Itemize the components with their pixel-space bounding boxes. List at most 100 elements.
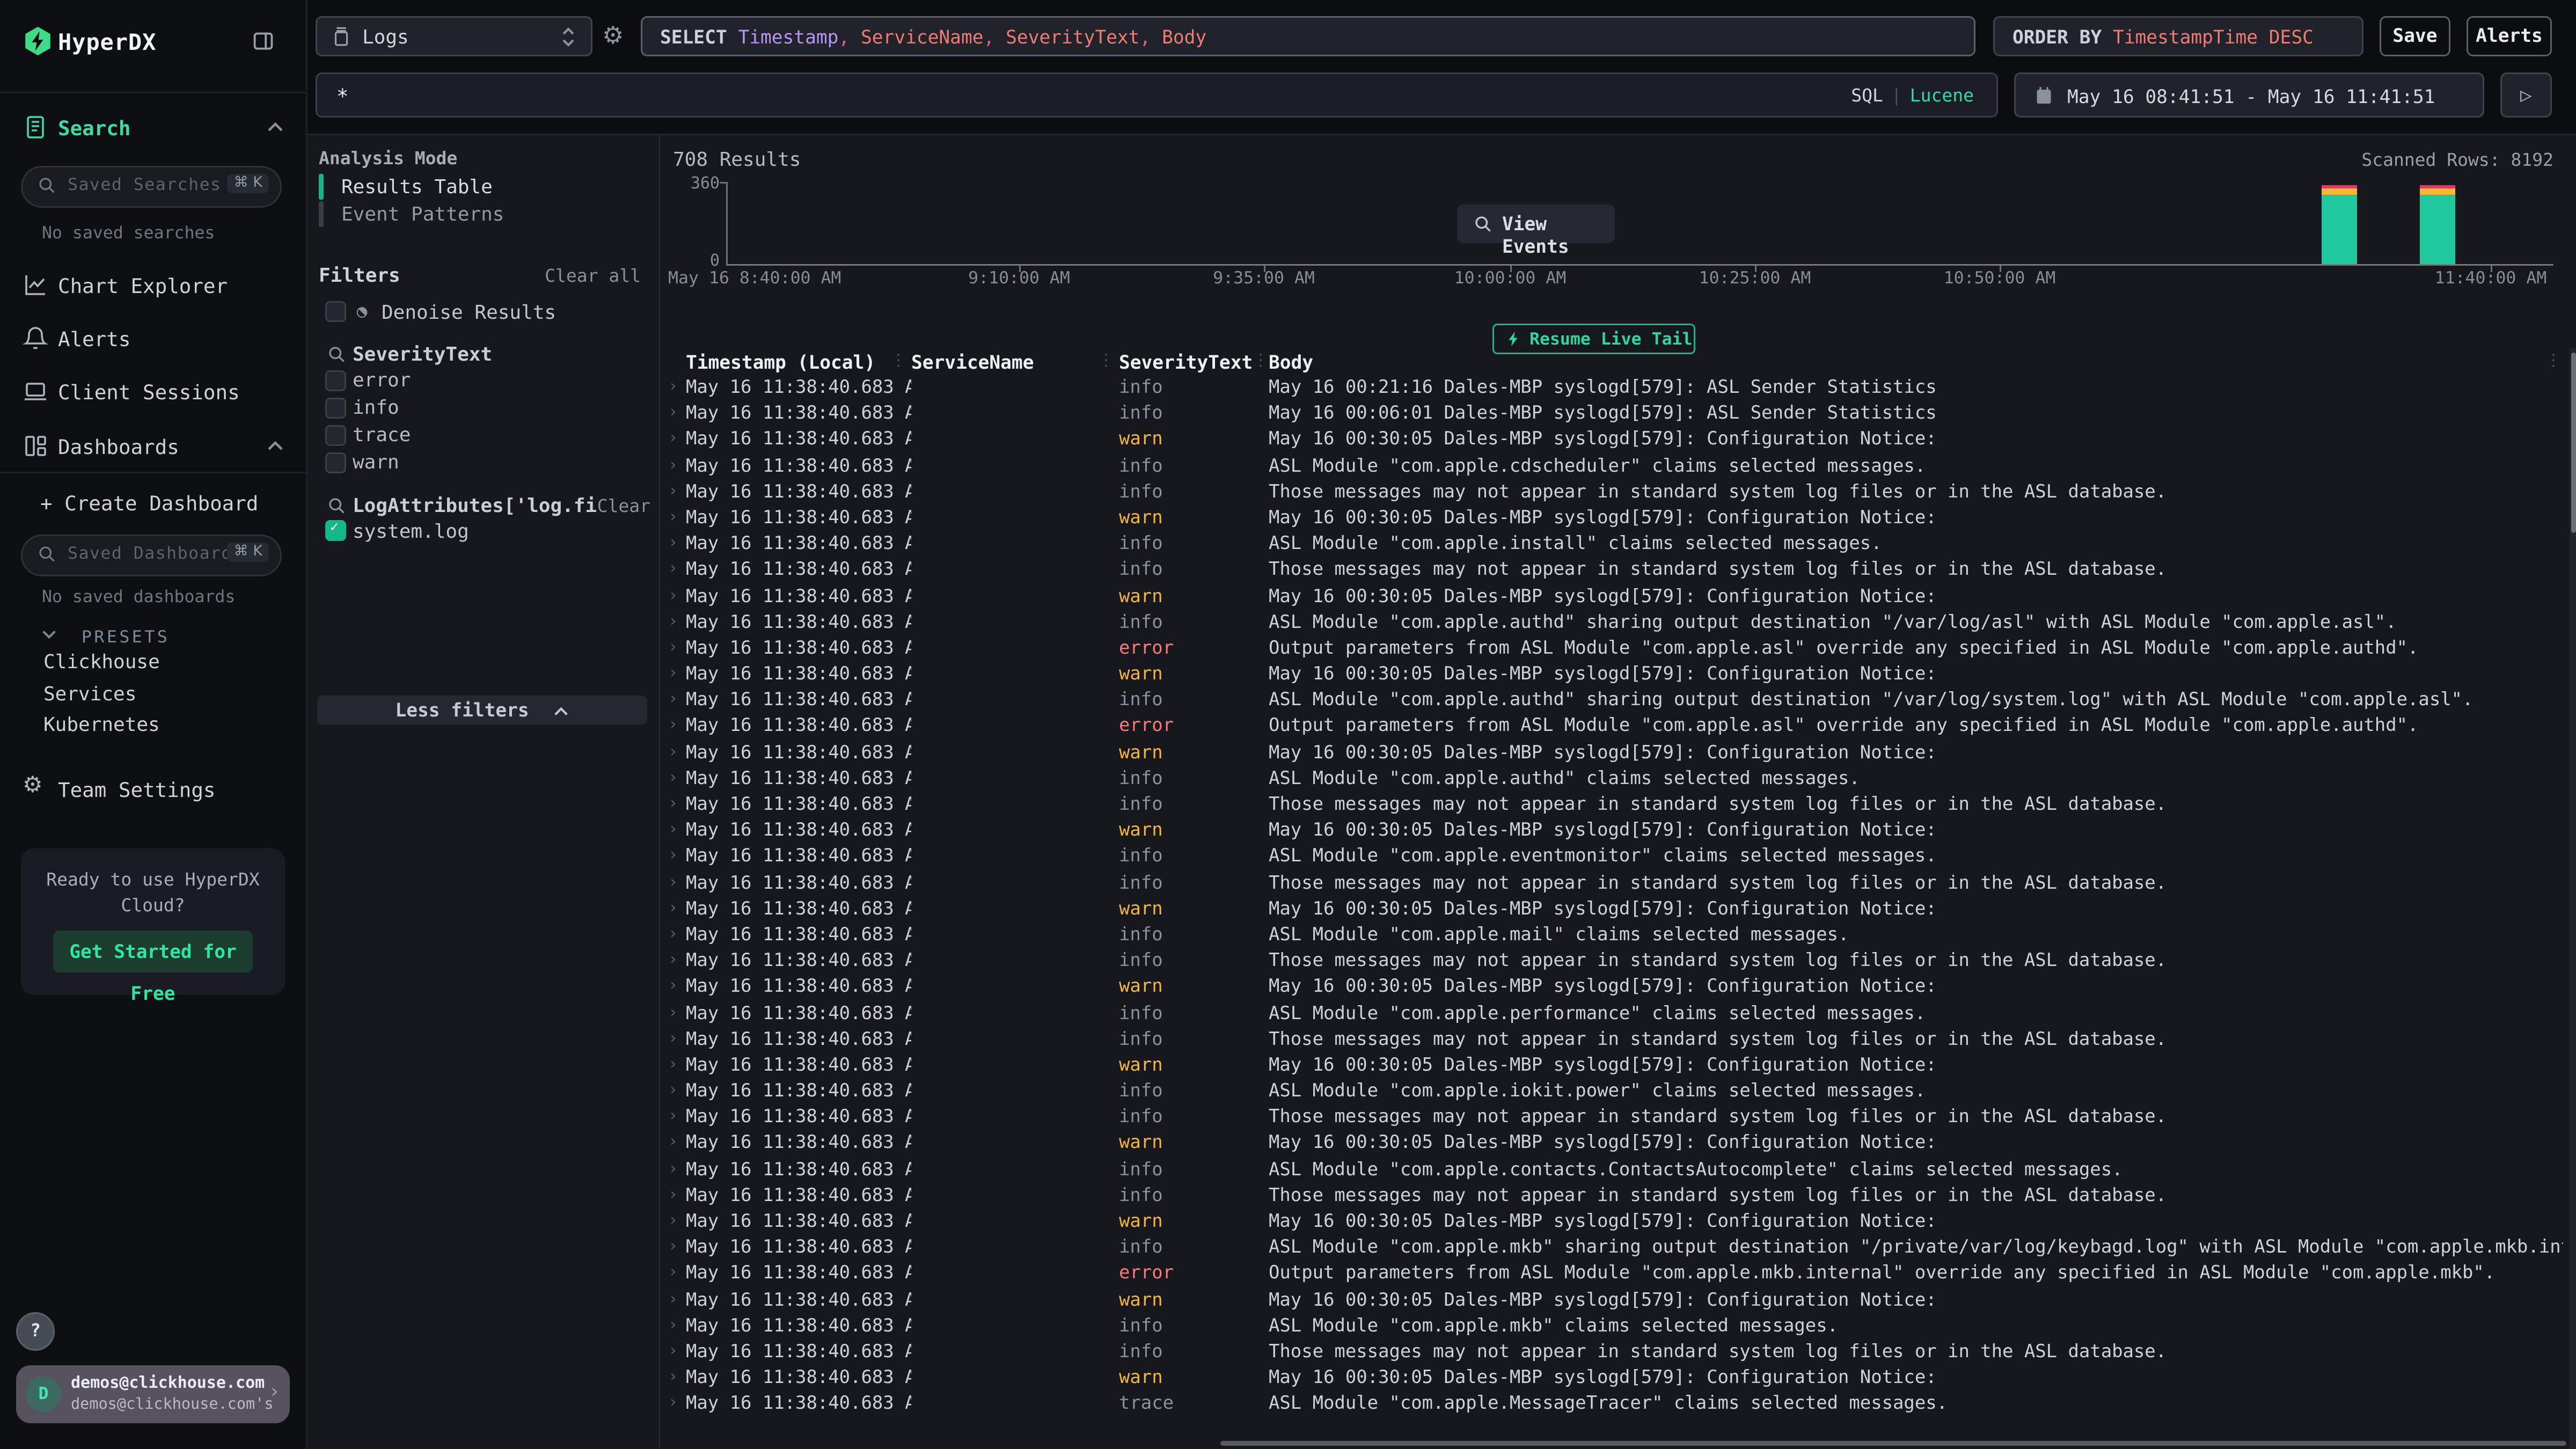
table-options-icon[interactable]: ⋮ [2545,353,2560,370]
log-row[interactable]: › May 16 11:38:40.683 AM warn May 16 00:… [660,427,2563,453]
row-expand-chevron-icon[interactable]: › [660,610,686,636]
row-expand-chevron-icon[interactable]: › [660,1027,686,1053]
log-row[interactable]: › May 16 11:38:40.683 AM info ASL Module… [660,766,2563,792]
row-expand-chevron-icon[interactable]: › [660,375,686,401]
log-row[interactable]: › May 16 11:38:40.683 AM error Output pa… [660,714,2563,740]
row-expand-chevron-icon[interactable]: › [660,688,686,714]
row-expand-chevron-icon[interactable]: › [660,818,686,845]
save-button[interactable]: Save [2380,16,2450,56]
mode-sql[interactable]: SQL [1851,85,1883,106]
row-expand-chevron-icon[interactable]: › [660,453,686,480]
log-row[interactable]: › May 16 11:38:40.683 AM info ASL Module… [660,1313,2563,1340]
log-row[interactable]: › May 16 11:38:40.683 AM info Those mess… [660,558,2563,584]
log-row[interactable]: › May 16 11:38:40.683 AM warn May 16 00:… [660,662,2563,688]
mode-lucene[interactable]: Lucene [1910,85,1974,106]
severity-trace-label[interactable]: trace [353,423,411,446]
preset-services[interactable]: Services [43,683,136,705]
row-expand-chevron-icon[interactable]: › [660,792,686,818]
row-expand-chevron-icon[interactable]: › [660,662,686,688]
sql-select-input[interactable]: SELECT Timestamp, ServiceName, SeverityT… [641,16,1975,56]
row-expand-chevron-icon[interactable]: › [660,1365,686,1392]
saved-dashboards-input[interactable]: Saved Dashboards ⌘ K [21,535,282,576]
row-expand-chevron-icon[interactable]: › [660,401,686,428]
log-row[interactable]: › May 16 11:38:40.683 AM info Those mess… [660,1027,2563,1053]
log-row[interactable]: › May 16 11:38:40.683 AM warn May 16 00:… [660,975,2563,1001]
row-expand-chevron-icon[interactable]: › [660,948,686,975]
search-query-input[interactable]: * SQL|Lucene [316,72,1998,118]
row-expand-chevron-icon[interactable]: › [660,714,686,740]
row-expand-chevron-icon[interactable]: › [660,1157,686,1183]
row-expand-chevron-icon[interactable]: › [660,558,686,584]
date-range-picker[interactable]: May 16 08:41:51 - May 16 11:41:51 [2014,72,2484,118]
log-row[interactable]: › May 16 11:38:40.683 AM info Those mess… [660,1340,2563,1366]
log-row[interactable]: › May 16 11:38:40.683 AM trace ASL Modul… [660,1392,2563,1418]
sidebar-item-dashboards[interactable]: Dashboards [0,428,306,467]
clear-link[interactable]: Clear [597,496,650,517]
row-expand-chevron-icon[interactable]: › [660,1235,686,1262]
log-row[interactable]: › May 16 11:38:40.683 AM error Output pa… [660,636,2563,662]
sidebar-item-team-settings[interactable]: ⚙ Team Settings [0,771,306,810]
log-row[interactable]: › May 16 11:38:40.683 AM info May 16 00:… [660,401,2563,428]
run-query-button[interactable]: ▷ [2500,72,2552,118]
log-row[interactable]: › May 16 11:38:40.683 AM warn May 16 00:… [660,740,2563,766]
severity-info-checkbox[interactable] [325,398,346,419]
row-expand-chevron-icon[interactable]: › [660,1053,686,1079]
preset-kubernetes[interactable]: Kubernetes [43,713,160,736]
log-row[interactable]: › May 16 11:38:40.683 AM warn May 16 00:… [660,1209,2563,1235]
presets-section-toggle[interactable]: PRESETS [42,618,170,649]
sidebar-item-search[interactable]: Search [0,109,306,148]
help-button[interactable]: ? [16,1312,55,1351]
log-row[interactable]: › May 16 11:38:40.683 AM info Those mess… [660,479,2563,506]
source-select[interactable]: Logs [316,16,592,56]
systemlog-label[interactable]: system.log [353,520,469,543]
log-row[interactable]: › May 16 11:38:40.683 AM info ASL Module… [660,453,2563,480]
preset-clickhouse[interactable]: Clickhouse [43,650,160,673]
log-row[interactable]: › May 16 11:38:40.683 AM info ASL Module… [660,1079,2563,1105]
log-row[interactable]: › May 16 11:38:40.683 AM warn May 16 00:… [660,1365,2563,1392]
column-drag-handle-icon[interactable]: ⋮ [1253,353,1267,370]
row-expand-chevron-icon[interactable]: › [660,1001,686,1027]
sidebar-item-client-sessions[interactable]: Client Sessions [0,374,306,412]
log-row[interactable]: › May 16 11:38:40.683 AM warn May 16 00:… [660,1131,2563,1157]
mode-results-table[interactable]: Results Table [319,174,646,200]
results-chart[interactable]: 360 0 May 16 8:40:00 AM9:10:00 AM9:35:00… [660,134,2576,287]
denoise-checkbox[interactable] [325,301,346,322]
filter-group-severitytext[interactable]: SeverityText [353,343,492,365]
saved-searches-input[interactable]: Saved Searches ⌘ K [21,166,282,208]
table-scrollbar-thumb[interactable] [2571,353,2575,533]
clear-all-link[interactable]: Clear all [545,266,641,287]
row-expand-chevron-icon[interactable]: › [660,1183,686,1209]
severity-error-checkbox[interactable] [325,370,346,391]
log-row[interactable]: › May 16 11:38:40.683 AM info ASL Module… [660,531,2563,558]
row-expand-chevron-icon[interactable]: › [660,975,686,1001]
order-by-input[interactable]: ORDER BY TimestampTime DESC [1993,16,2363,56]
log-row[interactable]: › May 16 11:38:40.683 AM warn May 16 00:… [660,506,2563,532]
log-row[interactable]: › May 16 11:38:40.683 AM info Those mess… [660,948,2563,975]
log-row[interactable]: › May 16 11:38:40.683 AM info ASL Module… [660,1001,2563,1027]
severity-trace-checkbox[interactable] [325,425,346,446]
systemlog-checkbox[interactable] [325,520,346,541]
log-row[interactable]: › May 16 11:38:40.683 AM info Those mess… [660,792,2563,818]
row-expand-chevron-icon[interactable]: › [660,531,686,558]
column-drag-handle-icon[interactable]: ⋮ [890,353,905,370]
row-expand-chevron-icon[interactable]: › [660,870,686,897]
sidebar-collapse-icon[interactable] [251,29,275,53]
user-menu[interactable]: D demos@clickhouse.com demos@clickhouse.… [16,1365,290,1423]
sidebar-item-chart-explorer[interactable]: Chart Explorer [0,267,306,306]
column-body[interactable]: Body [1269,351,2563,375]
log-row[interactable]: › May 16 11:38:40.683 AM warn May 16 00:… [660,1053,2563,1079]
row-expand-chevron-icon[interactable]: › [660,1392,686,1418]
chart-bar[interactable] [2420,185,2455,264]
mode-event-patterns[interactable]: Event Patterns [319,201,646,227]
log-row[interactable]: › May 16 11:38:40.683 AM info ASL Module… [660,1235,2563,1262]
column-drag-handle-icon[interactable]: ⋮ [1098,353,1113,370]
row-expand-chevron-icon[interactable]: › [660,1079,686,1105]
log-row[interactable]: › May 16 11:38:40.683 AM info Those mess… [660,1183,2563,1209]
log-row[interactable]: › May 16 11:38:40.683 AM info ASL Module… [660,1157,2563,1183]
sidebar-item-alerts[interactable]: Alerts [0,320,306,359]
query-language-toggle[interactable]: SQL|Lucene [1851,85,1974,106]
row-expand-chevron-icon[interactable]: › [660,506,686,532]
row-expand-chevron-icon[interactable]: › [660,479,686,506]
row-expand-chevron-icon[interactable]: › [660,1209,686,1235]
log-row[interactable]: › May 16 11:38:40.683 AM warn May 16 00:… [660,818,2563,845]
